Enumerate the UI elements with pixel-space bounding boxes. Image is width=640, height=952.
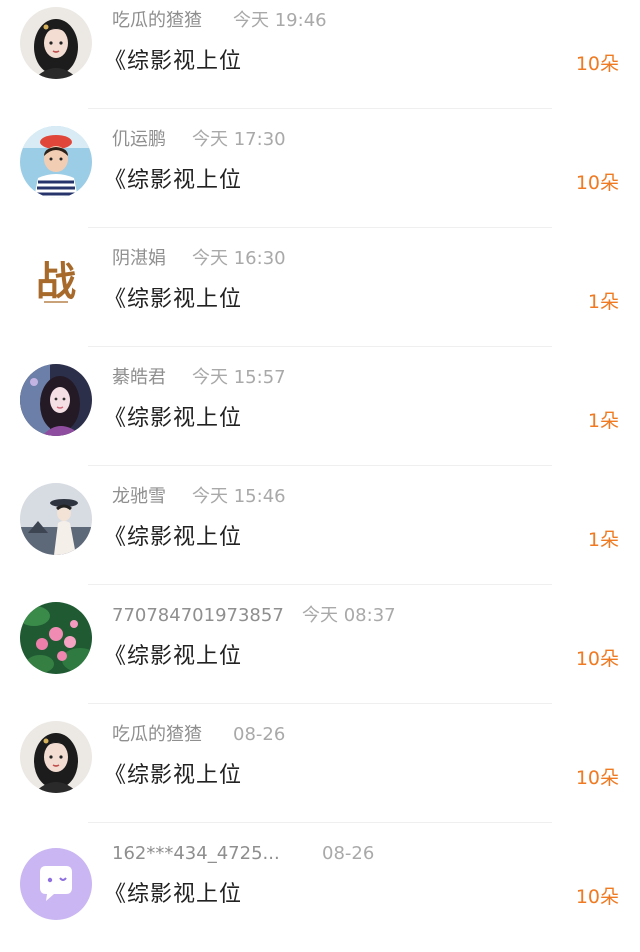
- avatar[interactable]: [20, 602, 92, 674]
- username[interactable]: 162***434_4725...: [112, 841, 280, 867]
- avatar[interactable]: [20, 483, 92, 555]
- book-title[interactable]: 《综影视上位: [104, 642, 242, 672]
- timestamp: 今天 19:46: [233, 10, 327, 31]
- book-title[interactable]: 《综影视上位: [104, 166, 242, 196]
- book-title[interactable]: 《综影视上位: [104, 523, 242, 553]
- calligraphy-character-icon: 战: [20, 245, 92, 317]
- timestamp: 今天 15:57: [192, 367, 286, 388]
- gift-count: 10朵: [575, 648, 619, 670]
- timestamp: 今天 15:46: [192, 486, 286, 507]
- divider: [88, 108, 552, 109]
- avatar[interactable]: [20, 126, 92, 198]
- list-item[interactable]: 吃瓜的猹猹 今天 19:46 《综影视上位 10朵: [0, 0, 640, 119]
- gift-count: 10朵: [575, 53, 619, 75]
- default-chat-bubble-icon: [20, 848, 92, 920]
- divider: [88, 822, 552, 823]
- divider: [88, 465, 552, 466]
- timestamp: 08-26: [322, 843, 375, 864]
- divider: [88, 584, 552, 585]
- timestamp: 今天 16:30: [192, 248, 286, 269]
- gift-count: 10朵: [575, 886, 619, 908]
- gift-count: 10朵: [575, 767, 619, 789]
- lotus-pond-icon: [20, 602, 92, 674]
- list-item[interactable]: 770784701973857 今天 08:37 《综影视上位 10朵: [0, 595, 640, 714]
- list-item[interactable]: 162***434_4725... 08-26 《综影视上位 10朵: [0, 833, 640, 952]
- username[interactable]: 阴湛娟: [112, 246, 166, 272]
- username[interactable]: 龙驰雪: [112, 484, 166, 510]
- fantasy-girl-portrait-icon: [20, 364, 92, 436]
- list-item[interactable]: 綦皓君 今天 15:57 《综影视上位 1朵: [0, 357, 640, 476]
- gift-record-list: 吃瓜的猹猹 今天 19:46 《综影视上位 10朵 仉运鹏 今天 17:30 《…: [0, 0, 640, 941]
- avatar[interactable]: [20, 848, 92, 920]
- book-title[interactable]: 《综影视上位: [104, 761, 242, 791]
- avatar[interactable]: [20, 7, 92, 79]
- username[interactable]: 仉运鹏: [112, 127, 166, 153]
- divider: [88, 703, 552, 704]
- gift-count: 1朵: [587, 529, 619, 551]
- list-item[interactable]: 龙驰雪 今天 15:46 《综影视上位 1朵: [0, 476, 640, 595]
- svg-text:战: 战: [36, 258, 76, 305]
- list-item[interactable]: 战 阴湛娟 今天 16:30 《综影视上位 1朵: [0, 238, 640, 357]
- username[interactable]: 吃瓜的猹猹: [112, 722, 202, 748]
- list-item[interactable]: 吃瓜的猹猹 08-26 《综影视上位 10朵: [0, 714, 640, 833]
- book-title[interactable]: 《综影视上位: [104, 880, 242, 910]
- avatar[interactable]: [20, 364, 92, 436]
- divider: [88, 346, 552, 347]
- divider: [88, 227, 552, 228]
- child-photo-icon: [20, 126, 92, 198]
- gift-count: 10朵: [575, 172, 619, 194]
- anime-girl-portrait-icon: [20, 721, 92, 793]
- book-title[interactable]: 《综影视上位: [104, 404, 242, 434]
- avatar[interactable]: [20, 721, 92, 793]
- book-title[interactable]: 《综影视上位: [104, 47, 242, 77]
- list-item[interactable]: 仉运鹏 今天 17:30 《综影视上位 10朵: [0, 119, 640, 238]
- ancient-style-figure-icon: [20, 483, 92, 555]
- gift-count: 1朵: [587, 291, 619, 313]
- anime-girl-portrait-icon: [20, 7, 92, 79]
- gift-count: 1朵: [587, 410, 619, 432]
- timestamp: 08-26: [233, 724, 286, 745]
- avatar[interactable]: 战: [20, 245, 92, 317]
- username[interactable]: 770784701973857: [112, 603, 284, 629]
- username[interactable]: 吃瓜的猹猹: [112, 8, 202, 34]
- timestamp: 今天 17:30: [192, 129, 286, 150]
- book-title[interactable]: 《综影视上位: [104, 285, 242, 315]
- timestamp: 今天 08:37: [302, 605, 396, 626]
- username[interactable]: 綦皓君: [112, 365, 166, 391]
